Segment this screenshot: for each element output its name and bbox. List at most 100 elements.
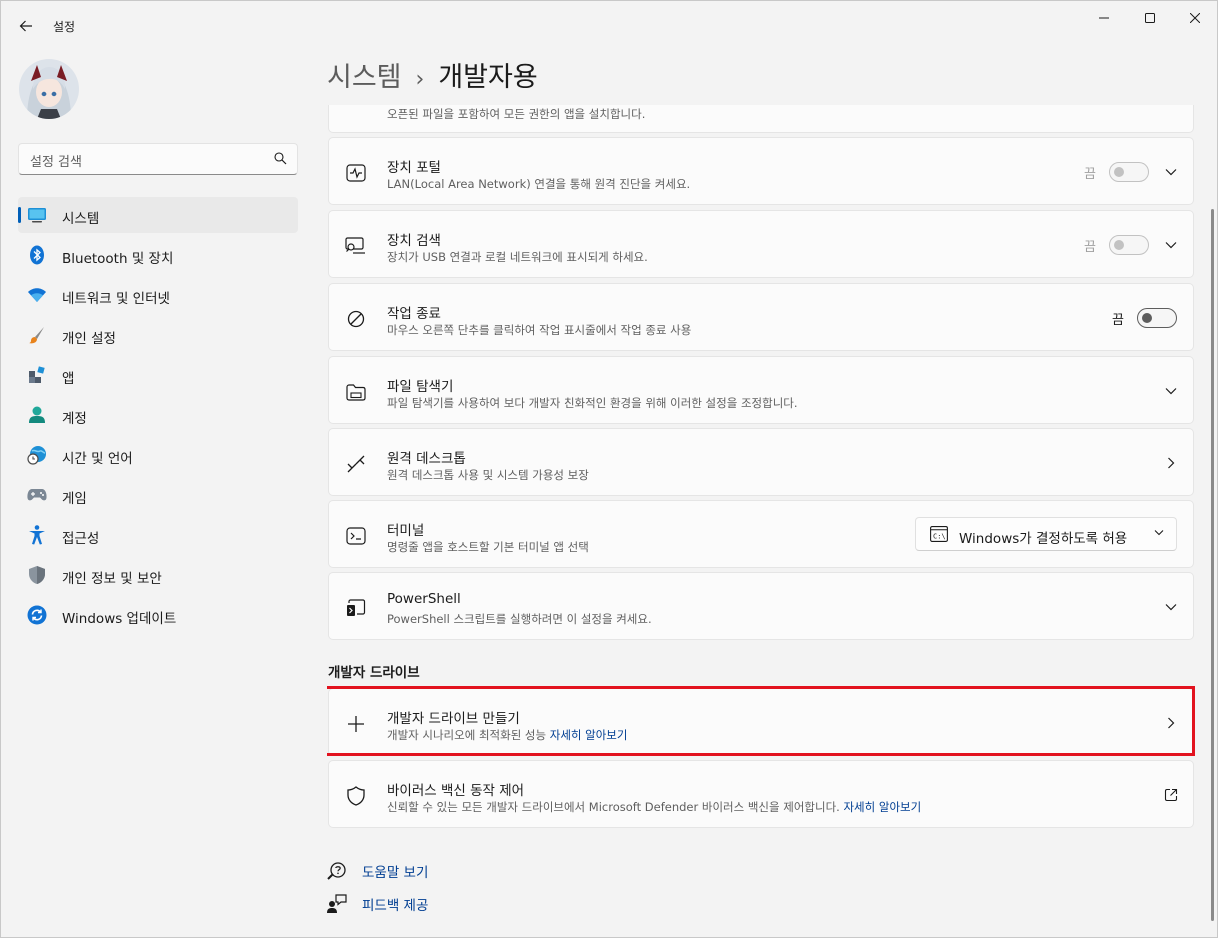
chevron-down-icon[interactable] [1163, 237, 1179, 253]
close-button[interactable] [1172, 5, 1218, 31]
card-file-explorer[interactable]: 파일 탐색기 파일 탐색기를 사용하여 보다 개발자 친화적인 환경을 위해 이… [328, 356, 1194, 424]
card-device-discovery[interactable]: 장치 검색 장치가 USB 연결과 로컬 네트워크에 표시되게 하세요. 끔 [328, 210, 1194, 278]
help-icon [327, 861, 347, 881]
powershell-icon [345, 597, 367, 619]
toggle-state-label: 끔 [1084, 167, 1096, 182]
sidebar-item-privacy[interactable]: 개인 정보 및 보안 [18, 557, 298, 593]
sidebar-item-apps[interactable]: 앱 [18, 357, 298, 393]
apps-icon [27, 365, 47, 385]
card-create-dev-drive[interactable]: 개발자 드라이브 만들기 개발자 시나리오에 최적화된 성능 자세히 알아보기 [328, 688, 1194, 756]
help-link-label: 도움말 보기 [362, 865, 429, 881]
vertical-scrollbar[interactable] [1211, 209, 1214, 921]
minimize-button[interactable] [1081, 5, 1127, 31]
sidebar-item-label: 시간 및 언어 [62, 451, 133, 467]
terminal-icon [345, 525, 367, 547]
sidebar-item-system[interactable]: 시스템 [18, 197, 298, 233]
monitor-icon [27, 205, 47, 225]
sidebar-item-label: 접근성 [62, 531, 100, 547]
default-terminal-select[interactable]: C:\ Windows가 결정하도록 허용 [915, 517, 1177, 551]
card-description: 파일 탐색기를 사용하여 보다 개발자 친화적인 환경을 위해 이러한 설정을 … [387, 396, 798, 410]
breadcrumb: 시스템 › 개발자용 [327, 55, 538, 94]
prohibited-icon [345, 308, 367, 330]
external-link-icon[interactable] [1163, 787, 1179, 803]
card-device-portal[interactable]: 장치 포털 LAN(Local Area Network) 연결을 통해 원격 … [328, 137, 1194, 205]
sidebar-item-network[interactable]: 네트워크 및 인터넷 [18, 277, 298, 313]
sidebar-item-label: Windows 업데이트 [62, 611, 177, 627]
card-description: 마우스 오른쪽 단추를 클릭하여 작업 표시줄에서 작업 종료 사용 [387, 323, 692, 337]
gamepad-icon [27, 485, 47, 505]
minimize-icon [1099, 17, 1109, 19]
help-link[interactable]: 도움말 보기 [327, 861, 428, 881]
app-title: 설정 [53, 20, 76, 34]
card-title: 장치 검색 [387, 233, 441, 249]
accessibility-icon [27, 525, 47, 545]
search-input[interactable]: 설정 검색 [18, 143, 298, 175]
card-title: 장치 포털 [387, 160, 441, 176]
pulse-icon [345, 162, 367, 184]
toggle-state-label: 끔 [1112, 313, 1124, 328]
card-title: 작업 종료 [387, 306, 441, 322]
learn-more-link[interactable]: 자세히 알아보기 [843, 800, 921, 814]
card-end-task[interactable]: 작업 종료 마우스 오른쪽 단추를 클릭하여 작업 표시줄에서 작업 종료 사용… [328, 283, 1194, 351]
sidebar-item-accounts[interactable]: 계정 [18, 397, 298, 433]
card-description-text: 개발자 시나리오에 최적화된 성능 [387, 728, 547, 742]
section-title-dev-drive: 개발자 드라이브 [328, 665, 420, 681]
sidebar-item-time-language[interactable]: 시간 및 언어 [18, 437, 298, 473]
paintbrush-icon [27, 325, 47, 345]
settings-content: 오픈된 파일을 포함하여 모든 권한의 앱을 설치합니다. 장치 포털 LAN(… [327, 105, 1195, 938]
chevron-down-icon[interactable] [1163, 164, 1179, 180]
sidebar-item-windows-update[interactable]: Windows 업데이트 [18, 597, 298, 633]
card-title: 원격 데스크톱 [387, 451, 466, 467]
wifi-icon [27, 285, 47, 305]
avatar[interactable] [19, 59, 79, 119]
card-antivirus-control[interactable]: 바이러스 백신 동작 제어 신뢰할 수 있는 모든 개발자 드라이브에서 Mic… [328, 760, 1194, 828]
console-window-icon: C:\ [930, 526, 948, 542]
toggle-state-label: 끔 [1084, 240, 1096, 255]
card-title: 터미널 [387, 523, 425, 539]
device-discovery-toggle[interactable] [1109, 235, 1149, 255]
sidebar-item-personalization[interactable]: 개인 설정 [18, 317, 298, 353]
bluetooth-icon [27, 245, 47, 265]
sidebar-item-label: 개인 설정 [62, 331, 116, 347]
card-powershell[interactable]: PowerShell PowerShell 스크립트를 실행하려면 이 설정을 … [328, 572, 1194, 640]
remote-desktop-icon [345, 453, 367, 475]
card-description: 명령줄 앱을 호스트할 기본 터미널 앱 선택 [387, 540, 589, 554]
feedback-link[interactable]: 피드백 제공 [327, 894, 428, 914]
person-icon [27, 405, 47, 425]
breadcrumb-parent-system[interactable]: 시스템 [327, 55, 402, 94]
partial-settings-card[interactable]: 오픈된 파일을 포함하여 모든 권한의 앱을 설치합니다. [328, 105, 1194, 133]
chevron-down-icon[interactable] [1163, 383, 1179, 399]
close-icon [1190, 13, 1200, 23]
end-task-toggle[interactable] [1137, 308, 1177, 328]
sidebar-item-label: 앱 [62, 371, 75, 387]
chevron-right-icon[interactable] [1163, 715, 1179, 731]
sidebar-item-label: 시스템 [62, 211, 100, 227]
sidebar-item-accessibility[interactable]: 접근성 [18, 517, 298, 553]
learn-more-link[interactable]: 자세히 알아보기 [550, 728, 628, 742]
sidebar-item-label: 게임 [62, 491, 87, 507]
sidebar-item-gaming[interactable]: 게임 [18, 477, 298, 513]
folder-icon [345, 381, 367, 403]
card-title: PowerShell [387, 591, 461, 607]
feedback-link-label: 피드백 제공 [362, 898, 429, 914]
card-remote-desktop[interactable]: 원격 데스크톱 원격 데스크톱 사용 및 시스템 가용성 보장 [328, 428, 1194, 496]
sidebar-nav: 시스템 Bluetooth 및 장치 네트워크 및 인터넷 개인 설정 앱 계정… [18, 197, 298, 637]
search-placeholder: 설정 검색 [30, 155, 82, 170]
card-description: 오픈된 파일을 포함하여 모든 권한의 앱을 설치합니다. [387, 107, 646, 121]
back-button[interactable] [13, 13, 39, 39]
breadcrumb-separator: › [415, 67, 425, 92]
chevron-right-icon[interactable] [1163, 455, 1179, 471]
card-terminal[interactable]: 터미널 명령줄 앱을 호스트할 기본 터미널 앱 선택 C:\ Windows가… [328, 500, 1194, 568]
device-search-icon [345, 235, 367, 257]
card-description: LAN(Local Area Network) 연결을 통해 원격 진단을 켜세… [387, 177, 691, 191]
maximize-icon [1145, 13, 1155, 23]
card-description: 개발자 시나리오에 최적화된 성능 자세히 알아보기 [387, 727, 627, 743]
device-portal-toggle[interactable] [1109, 162, 1149, 182]
chevron-down-icon[interactable] [1163, 599, 1179, 615]
maximize-button[interactable] [1127, 5, 1173, 31]
card-description-text: 신뢰할 수 있는 모든 개발자 드라이브에서 Microsoft Defende… [387, 800, 840, 814]
chevron-down-icon [1154, 530, 1164, 536]
sidebar-item-bluetooth[interactable]: Bluetooth 및 장치 [18, 237, 298, 273]
svg-text:C:\: C:\ [933, 533, 946, 541]
shield-outline-icon [345, 785, 367, 807]
